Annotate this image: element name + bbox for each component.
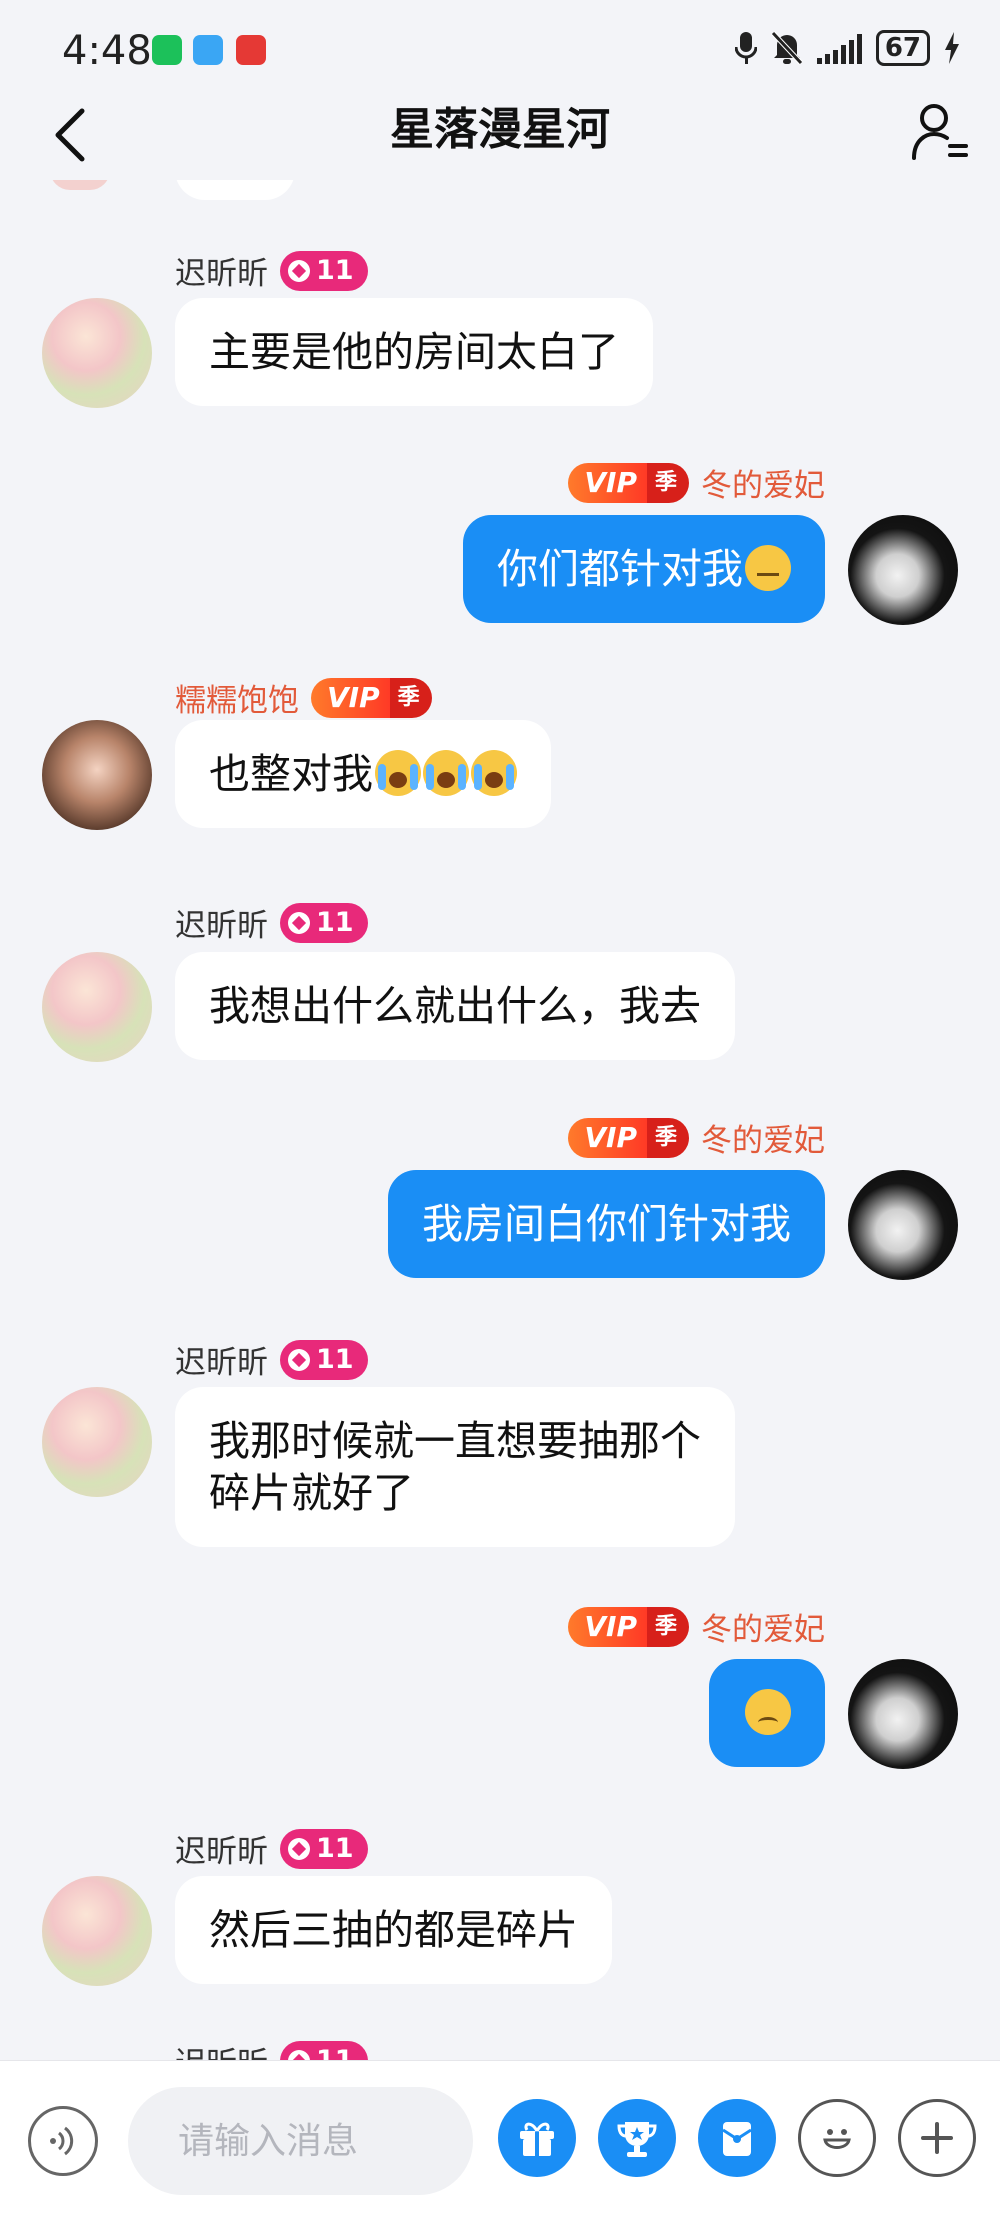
red-packet-icon: [722, 2122, 752, 2156]
crying-face-emoji: [471, 750, 517, 796]
avatar[interactable]: [848, 515, 958, 625]
gem-icon: [288, 911, 310, 934]
level-badge: 11: [280, 902, 368, 943]
avatar: [50, 180, 110, 190]
level-badge: 11: [280, 1828, 368, 1869]
message-bubble[interactable]: 我房间白你们针对我: [388, 1170, 825, 1278]
voice-button[interactable]: [28, 2106, 98, 2176]
sender-name: 迟昕昕: [175, 908, 268, 944]
status-bar: 4:48 67: [0, 0, 1000, 100]
sender-name: 迟昕昕: [175, 1834, 268, 1870]
gem-icon: [288, 2049, 310, 2060]
trophy-icon: [617, 2122, 657, 2157]
vip-season-badge: VIP 季: [568, 462, 689, 503]
message-list[interactable]: 迟昕昕 11 主要是他的房间太白了 VIP 季 冬的爱妃 你们都针对我 糯糯饱饱 …: [0, 180, 1000, 2060]
vip-season-badge: VIP 季: [568, 1117, 689, 1158]
message-bubble[interactable]: 也整对我: [175, 720, 551, 828]
gem-icon: [288, 259, 310, 282]
group-members-button[interactable]: [910, 100, 970, 164]
emoji-button[interactable]: [798, 2099, 876, 2177]
crying-face-emoji: [423, 750, 469, 796]
avatar[interactable]: [42, 952, 152, 1062]
avatar[interactable]: [42, 298, 152, 408]
gem-icon: [288, 1837, 310, 1860]
message-bubble[interactable]: 我想出什么就出什么，我去: [175, 952, 735, 1060]
crying-face-emoji: [375, 750, 421, 796]
person-list-icon: [912, 104, 968, 160]
status-time: 4:48: [62, 28, 152, 74]
level-badge: 11: [280, 2040, 368, 2060]
sender-name: 迟昕昕: [175, 256, 268, 292]
message-bubble[interactable]: [709, 1659, 825, 1767]
plus-icon: [921, 2122, 953, 2154]
signal-icon: [816, 32, 862, 64]
message-bubble[interactable]: [175, 180, 295, 200]
app-notification-icon: [236, 35, 266, 65]
chat-title: 星落漫星河: [390, 104, 610, 155]
battery-indicator: 67: [875, 30, 930, 66]
avatar[interactable]: [42, 720, 152, 830]
sender-name: 冬的爱妃: [701, 1612, 825, 1648]
vip-season-badge: VIP 季: [311, 677, 432, 718]
avatar[interactable]: [848, 1170, 958, 1280]
qq-icon: [193, 35, 223, 65]
pensive-face-emoji: [745, 1689, 791, 1735]
avatar[interactable]: [42, 1387, 152, 1497]
message-bubble[interactable]: 主要是他的房间太白了: [175, 298, 653, 406]
message-bubble[interactable]: 然后三抽的都是碎片: [175, 1876, 612, 1984]
level-badge: 11: [280, 250, 368, 291]
gem-icon: [288, 1348, 310, 1371]
ranking-button[interactable]: [598, 2099, 676, 2177]
sender-name: 糯糯饱饱: [175, 683, 299, 719]
sender-name: 冬的爱妃: [701, 1123, 825, 1159]
avatar[interactable]: [42, 1876, 152, 1986]
red-packet-button[interactable]: [698, 2099, 776, 2177]
gift-button[interactable]: [498, 2099, 576, 2177]
voice-icon: [50, 2126, 74, 2156]
message-bubble[interactable]: 你们都针对我: [463, 515, 825, 623]
neutral-face-emoji: [745, 545, 791, 591]
sender-name: 冬的爱妃: [701, 468, 825, 504]
level-badge: 11: [280, 1339, 368, 1380]
mute-bell-icon: [770, 31, 803, 65]
sender-name: 迟昕昕: [175, 2038, 268, 2060]
avatar[interactable]: [848, 1659, 958, 1769]
gift-icon: [520, 2122, 554, 2156]
message-input[interactable]: [128, 2087, 473, 2195]
message-input-bar: [0, 2060, 1000, 2226]
sender-name: 迟昕昕: [175, 1345, 268, 1381]
vip-season-badge: VIP 季: [568, 1606, 689, 1647]
chat-header: 星落漫星河: [0, 100, 1000, 180]
message-bubble[interactable]: 我那时候就一直想要抽那个 碎片就好了: [175, 1387, 735, 1547]
emoji-icon: [823, 2129, 851, 2149]
microphone-icon: [734, 32, 757, 64]
charging-icon: [945, 32, 959, 64]
wechat-icon: [152, 35, 182, 65]
more-button[interactable]: [898, 2099, 976, 2177]
